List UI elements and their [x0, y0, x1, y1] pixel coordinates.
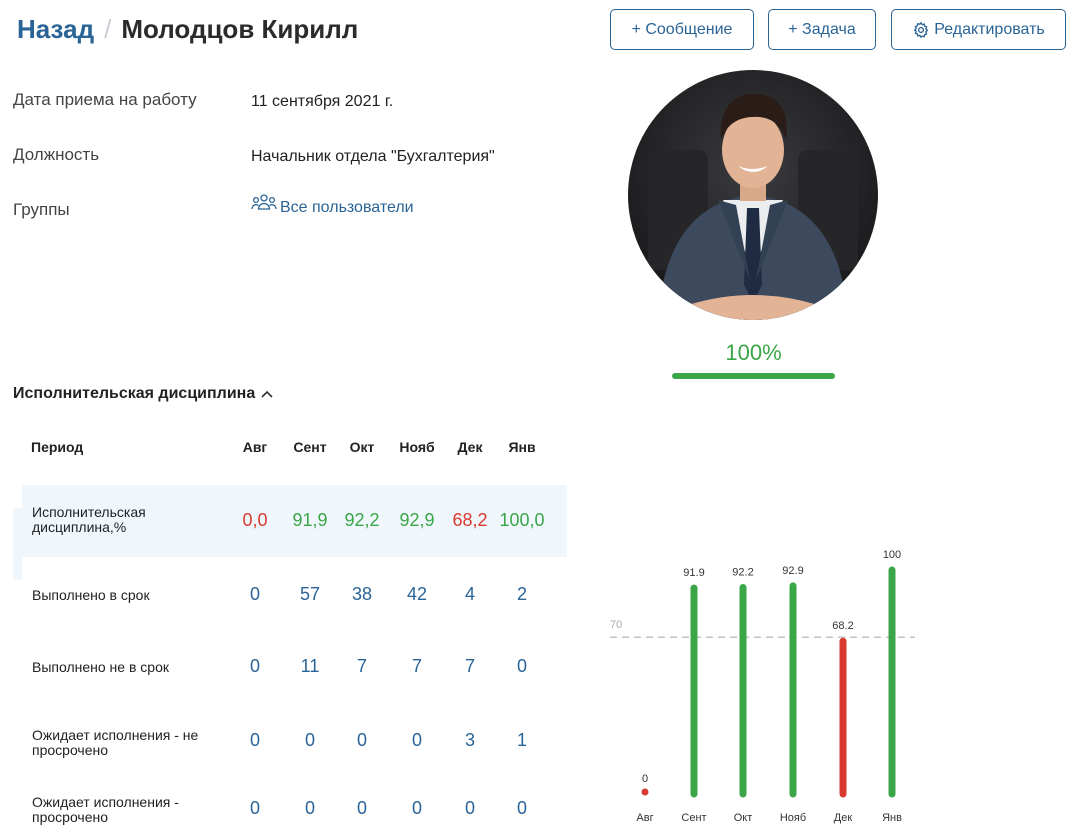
hire-date-value: 11 сентября 2021 г.: [251, 93, 394, 110]
table-cell: 0: [249, 798, 260, 818]
hire-date-label: Дата приема на работу: [13, 90, 197, 109]
section-title: Исполнительская дисциплина: [13, 385, 256, 402]
table-cell: 0: [516, 656, 527, 676]
back-link[interactable]: Назад: [17, 14, 94, 45]
data-label: 91.9: [683, 567, 704, 579]
table-cell: 68,2: [452, 510, 488, 530]
table-cell: 42: [406, 584, 428, 604]
table-cell: 92,9: [399, 510, 435, 530]
discipline-chart: 70 0 Авг 91.9 Сент 92.2 Окт 92.9 Нояб 68.2 Дек 100 Я…: [600, 540, 930, 835]
data-label: 0: [642, 773, 648, 785]
table-cell: 0: [249, 730, 260, 750]
edit-button-label: Редактировать: [934, 20, 1045, 38]
month-header: Дек: [457, 439, 483, 455]
category-label: Дек: [834, 812, 853, 824]
avatar: [628, 70, 878, 320]
edit-button[interactable]: Редактировать: [891, 9, 1066, 50]
data-label: 92.9: [782, 565, 803, 577]
table-cell: 0: [356, 798, 367, 818]
table-cell: 2: [516, 584, 527, 604]
row-label: Ожидает исполнения - не просрочено: [32, 727, 199, 758]
discipline-percent: 100%: [725, 340, 782, 365]
row-label: Ожидает исполнения - просрочено: [32, 794, 179, 825]
month-header: Нояб: [399, 439, 435, 455]
category-label: Окт: [734, 812, 753, 824]
chart-svg: 70 0 Авг 91.9 Сент 92.2 Окт 92.9 Нояб 68.2 Дек 100 Я…: [610, 549, 915, 824]
category-label: Нояб: [780, 812, 806, 824]
threshold-label: 70: [610, 619, 622, 631]
data-label: 100: [883, 549, 901, 561]
table-cell: 0: [464, 798, 475, 818]
period-header: Период: [31, 439, 84, 455]
row-label: Выполнено не в срок: [32, 659, 169, 675]
table-cell: 100,0: [499, 510, 545, 530]
table-cell: 92,2: [344, 510, 380, 530]
table-cell: 0: [249, 584, 260, 604]
table-cell: 7: [356, 656, 367, 676]
table-cell: 7: [411, 656, 422, 676]
gear-icon: [912, 21, 930, 39]
table-cell: 38: [351, 584, 373, 604]
table-cell: 0: [516, 798, 527, 818]
chevron-up-icon: [261, 390, 273, 398]
table-cell: 7: [464, 656, 475, 676]
data-label: 68.2: [832, 620, 853, 632]
data-label: 92.2: [732, 566, 753, 578]
breadcrumb: Назад / Молодцов Кирилл: [17, 14, 358, 45]
page-title: Молодцов Кирилл: [121, 14, 359, 44]
table-cell: 91,9: [292, 510, 328, 530]
table-cell: 0: [304, 798, 315, 818]
table-cell: 3: [464, 730, 475, 750]
category-label: Янв: [882, 812, 902, 824]
breadcrumb-separator: /: [104, 14, 112, 44]
users-icon: [251, 193, 277, 218]
groups-value: Все пользователи: [280, 198, 414, 216]
groups-label: Группы: [13, 200, 70, 219]
chart-bar: [641, 788, 649, 796]
position-value: Начальник отдела "Бухгалтерия": [251, 148, 495, 165]
table-cell: 4: [464, 584, 475, 604]
table-cell: 57: [299, 584, 321, 604]
month-header: Окт: [349, 439, 375, 455]
add-task-button[interactable]: + Задача: [768, 9, 876, 50]
table-cell: 11: [300, 656, 320, 676]
category-label: Авг: [636, 812, 653, 824]
table-cell: 0,0: [242, 510, 268, 530]
month-header: Сент: [293, 439, 327, 455]
table-cell: 0: [411, 730, 422, 750]
position-label: Должность: [13, 145, 100, 164]
table-cell: 0: [356, 730, 367, 750]
discipline-section-toggle[interactable]: Исполнительская дисциплина: [13, 385, 273, 403]
discipline-progress-bar: [672, 373, 835, 379]
table-cell: 0: [249, 656, 260, 676]
month-header: Авг: [242, 439, 268, 455]
month-header: Янв: [508, 439, 536, 455]
row-label: Исполнительская дисциплина,%: [32, 504, 146, 535]
add-message-button[interactable]: + Сообщение: [610, 9, 754, 50]
table-cell: 0: [304, 730, 315, 750]
table-cell: 0: [411, 798, 422, 818]
row-label: Выполнено в срок: [32, 587, 150, 603]
highlighted-row-edge: [13, 508, 22, 580]
category-label: Сент: [681, 812, 706, 824]
table-cell: 1: [516, 730, 527, 750]
groups-link[interactable]: Все пользователи: [251, 194, 414, 218]
